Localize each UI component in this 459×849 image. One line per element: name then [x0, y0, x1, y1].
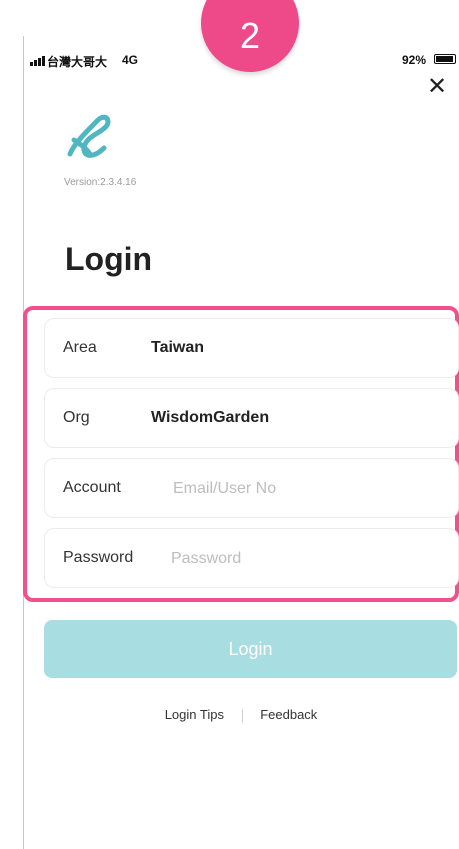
login-button[interactable]: Login — [44, 620, 457, 678]
password-row: Password — [44, 528, 459, 588]
page-title: Login — [65, 241, 153, 277]
password-label: Password — [63, 549, 134, 566]
app-version: Version:2.3.4.16 — [64, 177, 137, 188]
step-badge-number: 2 — [239, 15, 261, 56]
password-input[interactable] — [171, 548, 459, 570]
account-row: Account — [44, 458, 459, 518]
org-value: WisdomGarden — [151, 409, 270, 426]
step-badge: 2 — [201, 0, 299, 72]
login-tips-link[interactable]: Login Tips — [165, 707, 224, 722]
org-label: Org — [63, 409, 90, 426]
area-row[interactable]: Area Taiwan — [44, 318, 459, 378]
account-input[interactable] — [173, 478, 459, 500]
step-badge-clip: 2 — [0, 0, 459, 100]
footer-links: Login Tips Feedback — [23, 707, 459, 723]
area-value: Taiwan — [151, 339, 205, 356]
feedback-link[interactable]: Feedback — [260, 707, 317, 722]
org-row[interactable]: Org WisdomGarden — [44, 388, 459, 448]
app-logo-icon — [64, 110, 116, 162]
area-label: Area — [63, 339, 97, 356]
account-label: Account — [63, 479, 121, 496]
link-divider — [241, 708, 243, 723]
